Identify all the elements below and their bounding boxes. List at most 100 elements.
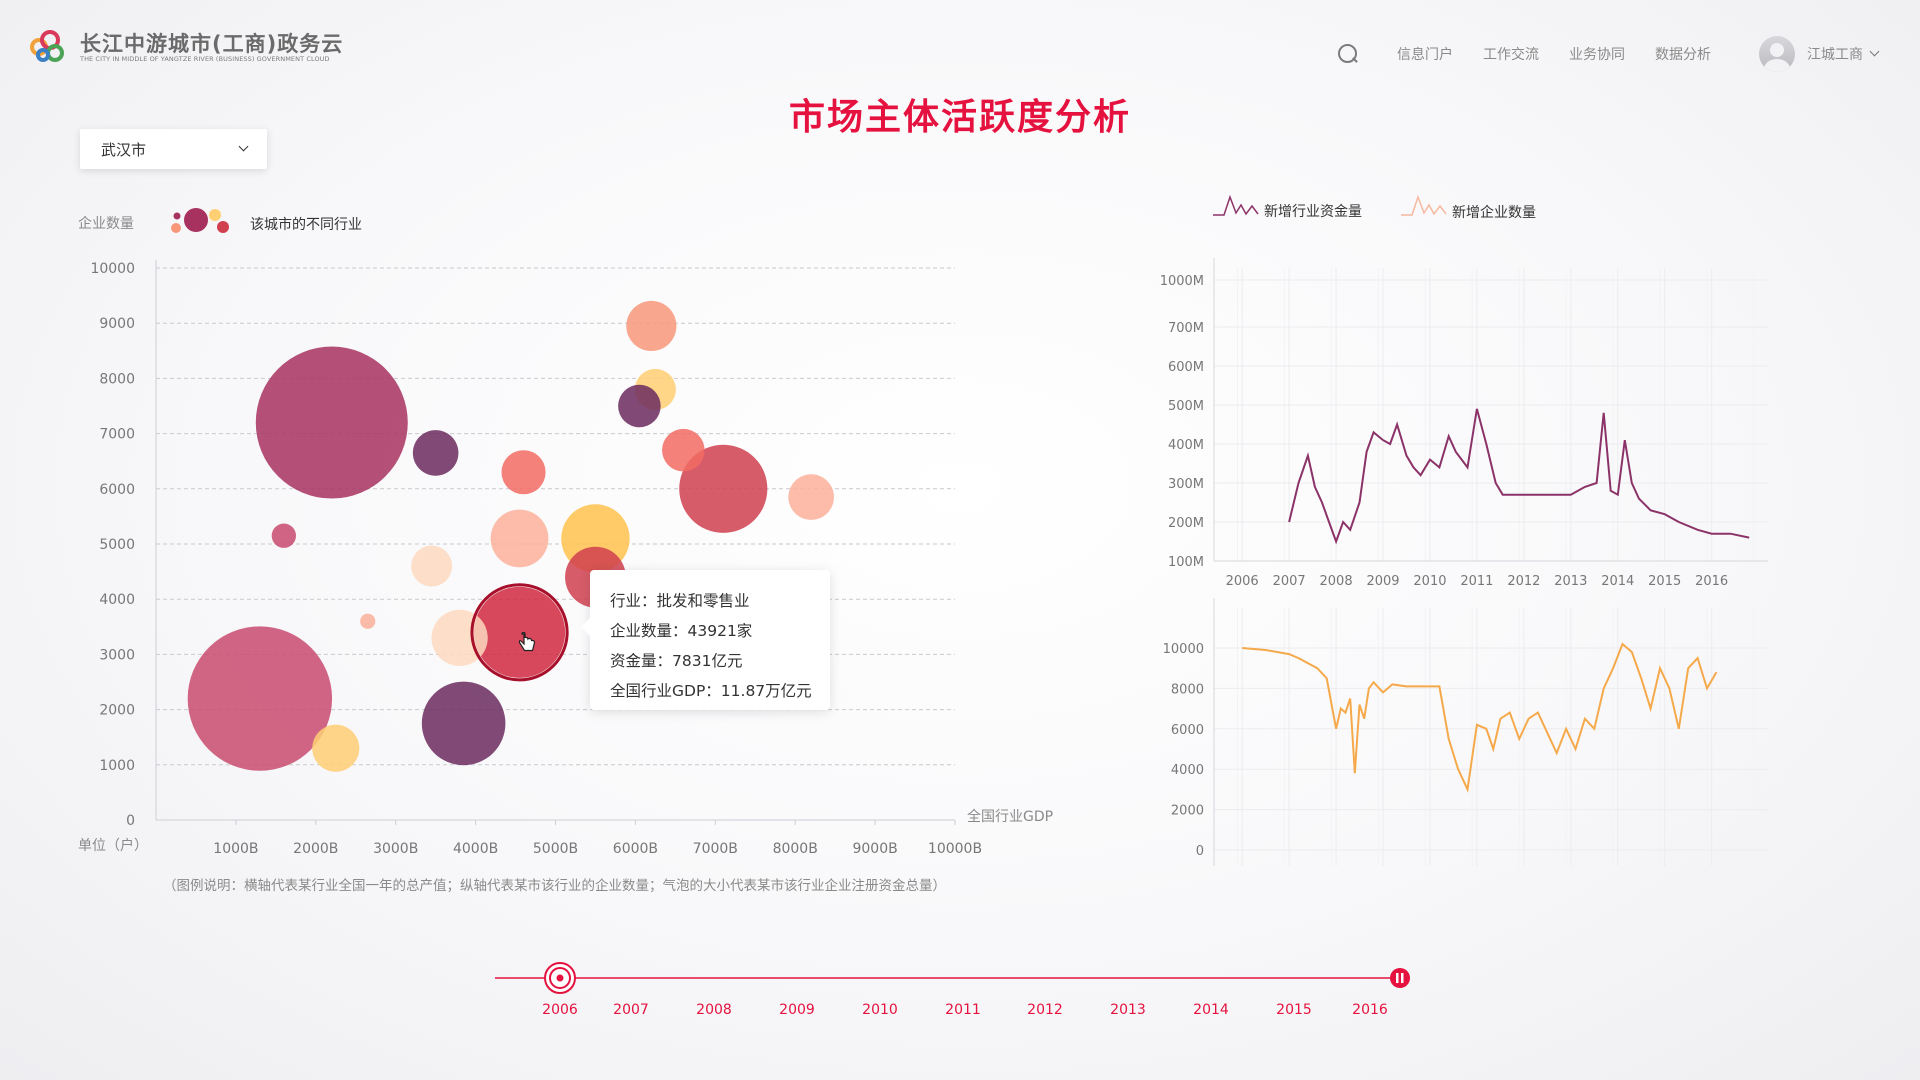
pause-icon <box>1396 973 1399 983</box>
y-tick-label: 4000 <box>99 592 135 608</box>
bubble[interactable] <box>312 724 360 772</box>
legend-enterprise-label: 新增企业数量 <box>1452 204 1536 221</box>
y-tick-label: 400M <box>1168 438 1204 453</box>
tooltip-capital: 资金量：7831亿元 <box>610 652 743 670</box>
line2-grid <box>1214 608 1768 866</box>
chart-note: （图例说明：横轴代表某行业全国一年的总产值；纵轴代表某市该行业的企业数量；气泡的… <box>163 878 946 894</box>
y-tick-label: 10000 <box>1163 642 1204 657</box>
bubble-x-axis-label: 全国行业GDP <box>967 808 1053 825</box>
bubble-legend: 该城市的不同行业 <box>171 208 362 233</box>
x-tick-label: 2014 <box>1601 574 1634 589</box>
timeline-year[interactable]: 2009 <box>779 1002 815 1018</box>
tooltip-gdp: 全国行业GDP：11.87万亿元 <box>610 682 812 700</box>
x-tick-label: 2007 <box>1273 574 1306 589</box>
timeline-year[interactable]: 2008 <box>696 1002 732 1018</box>
x-tick-label: 7000B <box>693 841 738 857</box>
timeline-current-dot <box>556 974 564 982</box>
tooltip-industry: 行业：批发和零售业 <box>610 592 750 610</box>
pause-button[interactable] <box>1390 968 1410 988</box>
x-tick-label: 3000B <box>373 841 418 857</box>
line-chart-capital: 100M 200M 300M 400M 500M 600M 700M 1000M 2006 200… <box>1160 258 1768 589</box>
x-tick-label: 2008 <box>1320 574 1353 589</box>
x-tick-label: 2010 <box>1413 574 1446 589</box>
bubble-y-axis-label: 企业数量 <box>78 215 134 232</box>
bubble[interactable] <box>618 384 661 428</box>
bubble[interactable] <box>271 523 296 548</box>
x-tick-label: 10000B <box>928 841 982 857</box>
x-tick-label: 4000B <box>453 841 498 857</box>
x-tick-label: 2011 <box>1460 574 1493 589</box>
charts-canvas: 0 1000 2000 3000 4000 5000 6000 7000 8000 9000 100… <box>78 194 1768 1018</box>
y-tick-label: 9000 <box>99 316 135 332</box>
legend-line-enterprise-icon <box>1401 194 1447 216</box>
bubble[interactable] <box>788 474 834 520</box>
timeline-year[interactable]: 2016 <box>1352 1002 1388 1018</box>
y-tick-label: 0 <box>126 813 135 829</box>
y-tick-label: 100M <box>1168 555 1204 570</box>
timeline-year[interactable]: 2015 <box>1276 1002 1312 1018</box>
x-tick-label: 2016 <box>1695 574 1728 589</box>
bubble[interactable] <box>662 428 705 472</box>
line2-axes: 0 2000 4000 6000 8000 10000 <box>1163 598 1215 866</box>
y-tick-label: 0 <box>1196 844 1204 859</box>
bubble[interactable] <box>187 626 333 771</box>
y-tick-label: 10000 <box>90 261 135 277</box>
y-tick-label: 2000 <box>99 703 135 719</box>
bubble[interactable] <box>421 681 506 766</box>
bubble[interactable] <box>626 300 677 352</box>
legend-dot <box>173 212 181 220</box>
x-tick-label: 6000B <box>613 841 658 857</box>
y-tick-label: 1000M <box>1160 274 1204 289</box>
bubble[interactable] <box>360 613 376 629</box>
y-tick-label: 8000 <box>99 371 135 387</box>
bubble[interactable] <box>255 346 408 499</box>
timeline-year[interactable]: 2011 <box>945 1002 981 1018</box>
pause-icon <box>1401 973 1404 983</box>
timeline-year[interactable]: 2007 <box>613 1002 649 1018</box>
legend-line-capital-icon <box>1213 194 1259 216</box>
legend-dot <box>217 221 229 233</box>
line2-series <box>1242 642 1718 793</box>
timeline-years: 2006 2007 2008 2009 2010 2011 2012 2013 2014 2015… <box>542 1002 1388 1018</box>
x-tick-label: 2009 <box>1366 574 1399 589</box>
y-tick-label: 6000 <box>99 482 135 498</box>
line1-grid <box>1214 268 1768 562</box>
y-tick-label: 5000 <box>99 537 135 553</box>
tooltip-count: 企业数量：43921家 <box>610 622 753 640</box>
bubble[interactable] <box>411 545 453 587</box>
y-tick-label: 3000 <box>99 647 135 663</box>
legend-dot <box>209 209 221 221</box>
y-tick-label: 8000 <box>1171 682 1204 697</box>
bubble[interactable] <box>473 586 566 678</box>
bubble[interactable] <box>490 509 549 568</box>
timeline-year[interactable]: 2014 <box>1193 1002 1229 1018</box>
bubble[interactable] <box>412 430 459 476</box>
legend-dot <box>184 208 208 232</box>
timeline-year[interactable]: 2013 <box>1110 1002 1146 1018</box>
y-tick-label: 4000 <box>1171 763 1204 778</box>
timeline-year[interactable]: 2010 <box>862 1002 898 1018</box>
bubble-tooltip: 行业：批发和零售业 企业数量：43921家 资金量：7831亿元 全国行业GDP… <box>581 570 830 710</box>
y-tick-label: 2000 <box>1171 804 1204 819</box>
x-tick-label: 2013 <box>1554 574 1587 589</box>
legend-dot <box>171 223 181 233</box>
y-tick-label: 6000 <box>1171 723 1204 738</box>
timeline-year[interactable]: 2012 <box>1027 1002 1063 1018</box>
legend-capital-label: 新增行业资金量 <box>1264 204 1362 220</box>
y-tick-label: 200M <box>1168 516 1204 531</box>
line-legend: 新增行业资金量 新增企业数量 <box>1213 194 1536 221</box>
bubble[interactable] <box>501 450 546 495</box>
timeline: 2006 2007 2008 2009 2010 2011 2012 2013 2014 2015… <box>495 962 1410 1018</box>
y-tick-label: 500M <box>1168 399 1204 414</box>
line1-axes: 100M 200M 300M 400M 500M 600M 700M 1000M 2006 200… <box>1160 258 1768 589</box>
line-chart-enterprises: 0 2000 4000 6000 8000 10000 <box>1163 598 1768 866</box>
x-tick-label: 2015 <box>1648 574 1681 589</box>
x-tick-label: 5000B <box>533 841 578 857</box>
bubble-legend-label: 该城市的不同行业 <box>250 216 362 233</box>
y-tick-label: 700M <box>1168 321 1204 336</box>
bubble-y-axis-unit: 单位（户） <box>78 837 148 854</box>
y-tick-label: 1000 <box>99 758 135 774</box>
y-tick-label: 300M <box>1168 477 1204 492</box>
x-tick-label: 2012 <box>1507 574 1540 589</box>
timeline-year[interactable]: 2006 <box>542 1002 578 1018</box>
